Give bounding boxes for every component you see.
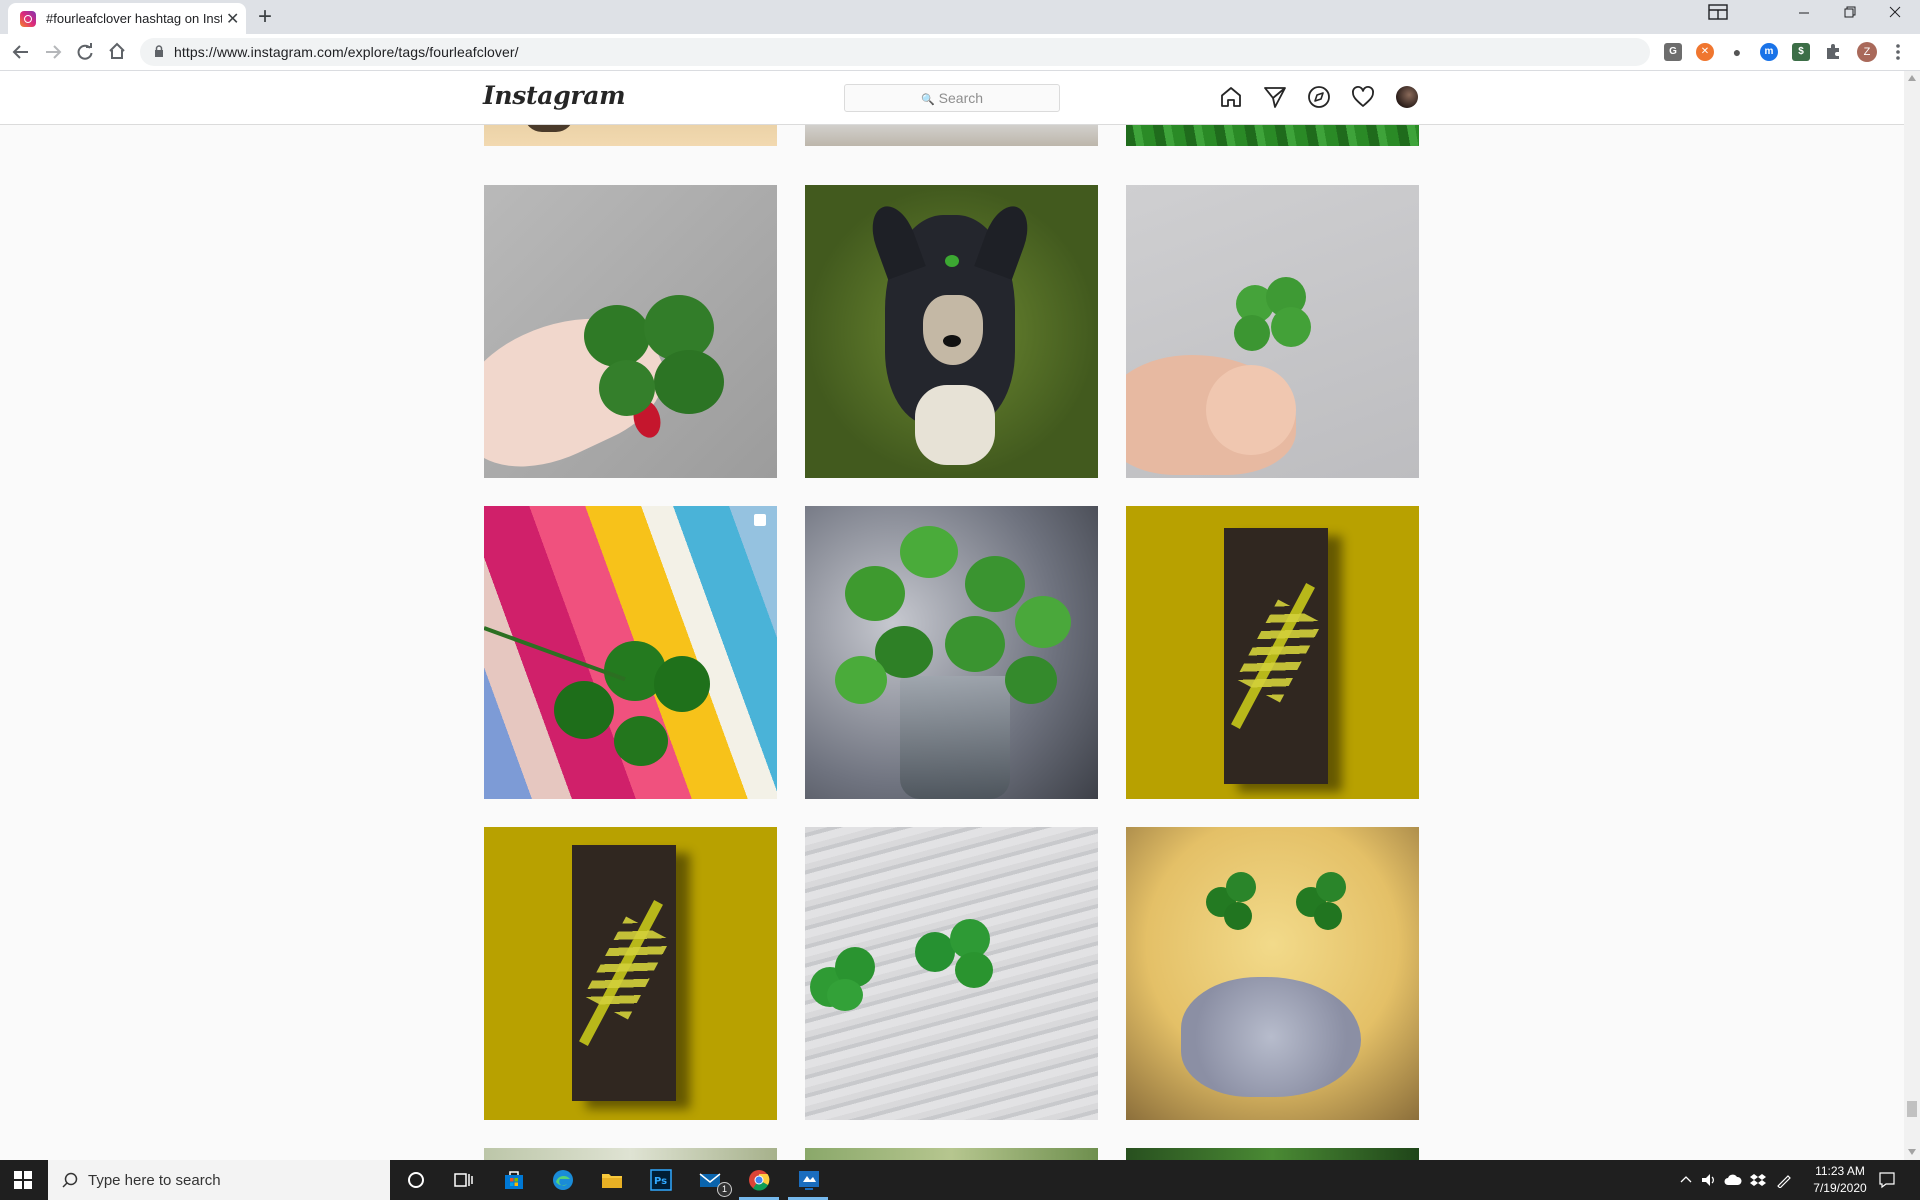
close-window-icon[interactable] bbox=[1889, 6, 1901, 18]
blue-extension-icon[interactable]: m bbox=[1760, 43, 1778, 61]
grammar-extension-icon[interactable]: G bbox=[1664, 43, 1682, 61]
taskbar-search-box[interactable]: Type here to search bbox=[48, 1160, 390, 1200]
svg-text:Ps: Ps bbox=[654, 1176, 667, 1187]
photo-tile[interactable] bbox=[1126, 124, 1419, 146]
task-view-icon[interactable] bbox=[452, 1168, 476, 1192]
forward-arrow-icon[interactable] bbox=[44, 43, 62, 61]
menu-dots-icon[interactable] bbox=[1895, 43, 1901, 61]
url-text: https://www.instagram.com/explore/tags/f… bbox=[174, 44, 519, 60]
photo-tile[interactable] bbox=[1126, 506, 1419, 799]
explore-compass-icon[interactable] bbox=[1307, 85, 1331, 109]
heart-activity-icon[interactable] bbox=[1351, 85, 1375, 109]
file-explorer-icon[interactable] bbox=[600, 1168, 624, 1192]
reload-icon[interactable] bbox=[76, 43, 94, 61]
tray-chevron-up-icon[interactable] bbox=[1680, 1175, 1692, 1183]
taskbar-search-placeholder: Type here to search bbox=[88, 1172, 221, 1189]
tab-search-icon[interactable] bbox=[1708, 4, 1728, 20]
photo-tile[interactable] bbox=[484, 124, 777, 146]
photo-tile[interactable] bbox=[1126, 1148, 1419, 1160]
chrome-icon[interactable] bbox=[747, 1168, 771, 1192]
close-tab-icon[interactable]: ✕ bbox=[226, 9, 239, 29]
photoshop-icon[interactable]: Ps bbox=[649, 1168, 673, 1192]
orange-extension-icon[interactable]: ✕ bbox=[1696, 43, 1714, 61]
windows-taskbar: Type here to search Ps 1 11:23 AM 7/19/2… bbox=[0, 1160, 1920, 1200]
minimize-icon[interactable] bbox=[1798, 6, 1810, 18]
photo-tile[interactable] bbox=[805, 1148, 1098, 1160]
tab-title: #fourleafclover hashtag on Insta bbox=[46, 11, 222, 26]
new-tab-button[interactable]: + bbox=[258, 3, 272, 31]
profile-avatar-icon[interactable] bbox=[1396, 86, 1418, 108]
lock-icon bbox=[155, 45, 163, 57]
scroll-down-arrow-icon[interactable] bbox=[1908, 1149, 1916, 1155]
back-arrow-icon[interactable] bbox=[12, 43, 30, 61]
search-icon bbox=[62, 1172, 78, 1188]
scroll-thumb[interactable] bbox=[1907, 1101, 1917, 1117]
green-extension-icon[interactable]: $ bbox=[1792, 43, 1810, 61]
search-input[interactable]: 🔍 Search bbox=[844, 84, 1060, 112]
clock-date: 7/19/2020 bbox=[1813, 1181, 1867, 1195]
photo-grid bbox=[0, 124, 1904, 1160]
cortana-icon[interactable] bbox=[404, 1168, 428, 1192]
photo-tile[interactable] bbox=[805, 185, 1098, 478]
mail-badge: 1 bbox=[717, 1182, 732, 1197]
photo-tile[interactable] bbox=[805, 827, 1098, 1120]
browser-tab-instagram[interactable]: #fourleafclover hashtag on Insta ✕ bbox=[8, 3, 246, 34]
restore-icon[interactable] bbox=[1844, 6, 1856, 18]
scroll-up-arrow-icon[interactable] bbox=[1908, 75, 1916, 81]
volume-icon[interactable] bbox=[1700, 1172, 1716, 1188]
photo-tile[interactable] bbox=[484, 185, 777, 478]
circle-extension-icon[interactable]: ● bbox=[1728, 43, 1746, 61]
dropbox-icon[interactable] bbox=[1750, 1172, 1766, 1188]
browser-toolbar: https://www.instagram.com/explore/tags/f… bbox=[0, 34, 1920, 71]
edge-browser-icon[interactable] bbox=[551, 1168, 575, 1192]
home-icon[interactable] bbox=[1219, 85, 1243, 109]
pen-ink-icon[interactable] bbox=[1776, 1172, 1792, 1188]
photo-tile[interactable] bbox=[484, 827, 777, 1120]
remote-app-icon[interactable] bbox=[797, 1168, 821, 1192]
photo-tile[interactable] bbox=[1126, 827, 1419, 1120]
home-icon[interactable] bbox=[108, 42, 126, 60]
multi-photo-icon bbox=[754, 514, 766, 526]
search-icon: 🔍 bbox=[920, 94, 935, 106]
photo-tile[interactable] bbox=[805, 506, 1098, 799]
profile-avatar[interactable]: Z bbox=[1857, 42, 1877, 62]
notification-center-icon[interactable] bbox=[1878, 1171, 1896, 1189]
system-clock[interactable]: 11:23 AM 7/19/2020 bbox=[1800, 1163, 1880, 1197]
direct-message-icon[interactable] bbox=[1263, 85, 1287, 109]
search-placeholder: Search bbox=[938, 90, 984, 106]
instagram-favicon-icon bbox=[20, 10, 36, 27]
browser-tabstrip: #fourleafclover hashtag on Insta ✕ + bbox=[0, 0, 1920, 34]
photo-tile[interactable] bbox=[484, 1148, 777, 1160]
onedrive-cloud-icon[interactable] bbox=[1724, 1174, 1742, 1186]
windows-start-icon[interactable] bbox=[14, 1171, 32, 1189]
store-icon[interactable] bbox=[502, 1168, 526, 1192]
address-bar[interactable]: https://www.instagram.com/explore/tags/f… bbox=[140, 38, 1650, 66]
instagram-logo[interactable]: Instagram bbox=[483, 81, 626, 110]
photo-tile[interactable] bbox=[1126, 185, 1419, 478]
puzzle-extensions-icon[interactable] bbox=[1824, 43, 1842, 61]
clock-time: 11:23 AM bbox=[1815, 1164, 1865, 1178]
instagram-header: Instagram 🔍 Search bbox=[0, 71, 1904, 125]
page-scrollbar[interactable] bbox=[1904, 71, 1920, 1160]
photo-tile[interactable] bbox=[484, 506, 777, 799]
photo-tile[interactable] bbox=[805, 124, 1098, 146]
